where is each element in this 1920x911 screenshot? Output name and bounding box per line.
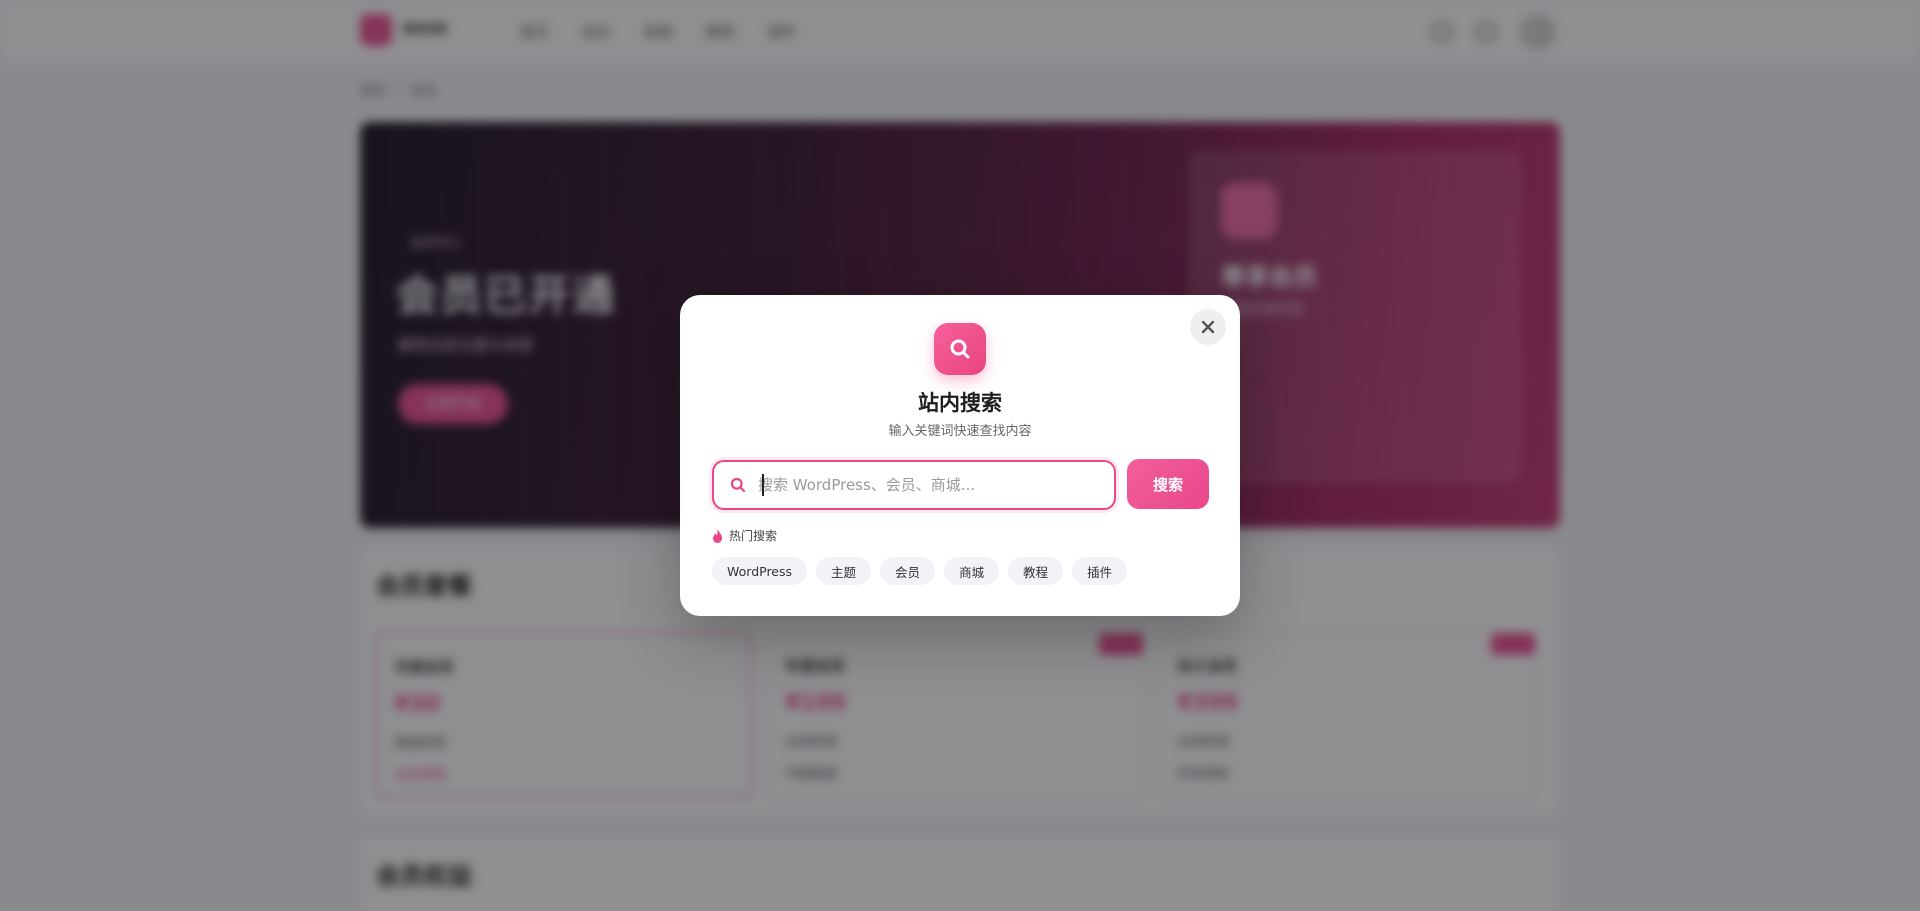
hot-tag[interactable]: 会员 (880, 557, 936, 585)
hot-tag[interactable]: 教程 (1008, 557, 1064, 585)
hot-tag[interactable]: 插件 (1072, 557, 1128, 585)
search-modal: 站内搜索 输入关键词快速查找内容 搜索 热门搜索 WordPress 主题 会员… (680, 295, 1240, 616)
modal-subtitle: 输入关键词快速查找内容 (888, 424, 1032, 439)
hot-tags: WordPress 主题 会员 商城 教程 插件 (712, 557, 1128, 585)
close-button[interactable] (1190, 309, 1226, 345)
hot-tag[interactable]: 商城 (944, 557, 1000, 585)
search-icon (950, 339, 970, 359)
close-icon (1201, 320, 1215, 334)
search-badge (934, 323, 986, 375)
hot-tag[interactable]: 主题 (816, 557, 872, 585)
text-caret (762, 474, 764, 496)
search-button[interactable]: 搜索 (1127, 459, 1209, 509)
modal-title: 站内搜索 (918, 391, 1002, 415)
fire-icon (713, 528, 722, 543)
search-input[interactable] (758, 465, 1114, 505)
hot-tag[interactable]: WordPress (712, 557, 808, 585)
search-field[interactable] (712, 460, 1116, 510)
hot-search-header: 热门搜索 (712, 527, 777, 544)
search-icon (730, 476, 748, 494)
hot-search-label: 热门搜索 (729, 529, 778, 543)
